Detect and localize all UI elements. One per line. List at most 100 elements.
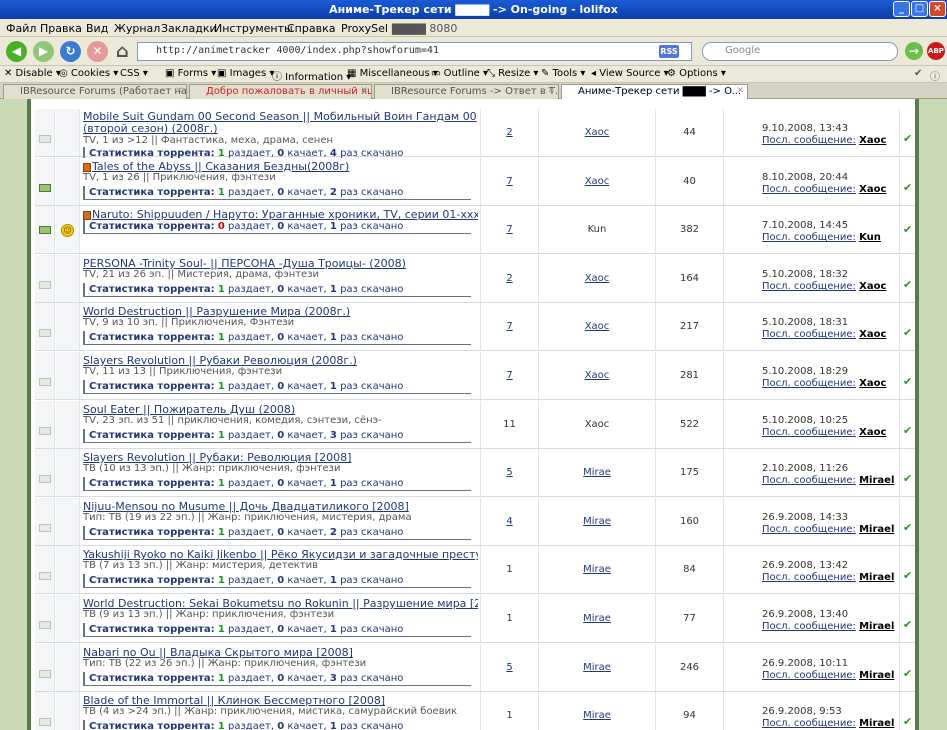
select-topic-checkmark-icon[interactable]: ✔: [903, 182, 913, 193]
replies-count[interactable]: 2: [481, 127, 538, 138]
menu-edit[interactable]: Правка: [40, 22, 82, 35]
select-topic-checkmark-icon[interactable]: ✔: [903, 716, 913, 727]
reload-icon[interactable]: ↻: [60, 41, 81, 62]
last-post-author[interactable]: Хаос: [859, 329, 886, 340]
dev-forms[interactable]: ▣ Forms ▾: [165, 68, 216, 79]
forward-arrow-icon[interactable]: ▶: [33, 41, 54, 62]
select-topic-checkmark-icon[interactable]: ✔: [903, 425, 913, 436]
stop-icon[interactable]: ✕: [87, 41, 108, 62]
last-post-author[interactable]: Хаос: [859, 427, 886, 438]
last-post-author[interactable]: Хаос: [859, 378, 886, 389]
select-topic-checkmark-icon[interactable]: ✔: [903, 522, 913, 533]
dev-info-icon[interactable]: ⓘ: [930, 68, 940, 83]
tab-ibresource-forums[interactable]: IBResource Forums (Работает на ... ✕: [3, 84, 187, 99]
menu-file[interactable]: Файл: [6, 22, 36, 35]
menu-tools[interactable]: Инструменты: [214, 22, 293, 35]
last-post-link[interactable]: Посл. сообщение:: [762, 281, 856, 292]
select-topic-checkmark-icon[interactable]: ✔: [903, 570, 913, 581]
tab-anime-tracker[interactable]: Аниме-Трекер сети ▇▇▇ -> O... ✕: [561, 84, 748, 99]
replies-count[interactable]: 7: [481, 321, 538, 332]
dev-outline[interactable]: ▭ Outline ▾: [431, 68, 488, 79]
last-post-link[interactable]: Посл. сообщение:: [762, 378, 856, 389]
topic-author[interactable]: Mirae: [539, 613, 655, 624]
last-post-author[interactable]: Mirael: [859, 718, 894, 729]
replies-count[interactable]: 11: [481, 419, 538, 430]
close-window-button[interactable]: ×: [929, 1, 946, 17]
menu-help[interactable]: Справка: [287, 22, 335, 35]
select-topic-checkmark-icon[interactable]: ✔: [903, 473, 913, 484]
minimize-button[interactable]: _: [893, 1, 910, 17]
topic-author[interactable]: Хаос: [539, 419, 655, 430]
tab-close-icon[interactable]: ✕: [547, 86, 555, 96]
last-post-author[interactable]: Хаос: [859, 135, 886, 146]
topic-author[interactable]: Хаос: [539, 127, 655, 138]
dev-options[interactable]: ⚙ Options ▾: [667, 68, 726, 79]
dev-check-icon[interactable]: ✔: [914, 68, 922, 79]
back-arrow-icon[interactable]: ◀: [6, 41, 27, 62]
dev-images[interactable]: ▣ Images ▾: [217, 68, 274, 79]
select-topic-checkmark-icon[interactable]: ✔: [903, 619, 913, 630]
adblock-icon[interactable]: ABP: [927, 42, 945, 60]
last-post-link[interactable]: Посл. сообщение:: [762, 232, 856, 243]
menu-view[interactable]: Вид: [86, 22, 108, 35]
dev-cookies[interactable]: ◎ Cookies ▾: [59, 68, 118, 79]
topic-author[interactable]: Хаос: [539, 370, 655, 381]
last-post-author[interactable]: Mirael: [859, 524, 894, 535]
last-post-link[interactable]: Посл. сообщение:: [762, 572, 856, 583]
replies-count[interactable]: 5: [481, 467, 538, 478]
dev-resize[interactable]: ⤡ Resize ▾: [487, 68, 538, 79]
topic-author[interactable]: Хаос: [539, 273, 655, 284]
last-post-link[interactable]: Посл. сообщение:: [762, 718, 856, 729]
replies-count[interactable]: 7: [481, 176, 538, 187]
topic-author[interactable]: Хаос: [539, 176, 655, 187]
search-go-icon[interactable]: →: [905, 42, 923, 60]
topic-author[interactable]: Mirae: [539, 710, 655, 721]
topic-author[interactable]: Mirae: [539, 516, 655, 527]
select-topic-checkmark-icon[interactable]: ✔: [903, 376, 913, 387]
topic-author[interactable]: Mirae: [539, 564, 655, 575]
select-topic-checkmark-icon[interactable]: ✔: [903, 224, 913, 235]
topic-author[interactable]: Хаос: [539, 321, 655, 332]
last-post-link[interactable]: Посл. сообщение:: [762, 670, 856, 681]
topic-title-link[interactable]: Mobile Suit Gundam 00 Second Season || М…: [83, 111, 478, 135]
last-post-link[interactable]: Посл. сообщение:: [762, 621, 856, 632]
topic-author[interactable]: Mirae: [539, 662, 655, 673]
select-topic-checkmark-icon[interactable]: ✔: [903, 133, 913, 144]
tab-close-icon[interactable]: ✕: [360, 86, 368, 96]
last-post-link[interactable]: Посл. сообщение:: [762, 329, 856, 340]
tab-welcome-inbox[interactable]: Добро пожаловать в личный ящ... ✕: [189, 84, 372, 99]
home-icon[interactable]: ⌂: [112, 41, 133, 62]
dev-view-source[interactable]: ◂ View Source ▾: [591, 68, 669, 79]
replies-count[interactable]: 7: [481, 224, 538, 235]
tab-close-icon[interactable]: ✕: [736, 86, 744, 96]
url-input[interactable]: http://animetracker 4000/index.php?showf…: [137, 42, 692, 61]
select-topic-checkmark-icon[interactable]: ✔: [903, 279, 913, 290]
dev-css[interactable]: CSS ▾: [120, 68, 148, 79]
dev-miscellaneous[interactable]: ▦ Miscellaneous ▾: [347, 68, 438, 79]
replies-count[interactable]: 2: [481, 273, 538, 284]
last-post-author[interactable]: Mirael: [859, 475, 894, 486]
last-post-link[interactable]: Посл. сообщение:: [762, 184, 856, 195]
proxy-address[interactable]: ▇▇▇▇ 8080: [392, 22, 457, 35]
tab-close-icon[interactable]: ✕: [175, 86, 183, 96]
search-input[interactable]: Google: [702, 42, 898, 61]
replies-count[interactable]: 4: [481, 516, 538, 527]
last-post-author[interactable]: Хаос: [859, 281, 886, 292]
select-topic-checkmark-icon[interactable]: ✔: [903, 668, 913, 679]
topic-author[interactable]: Kun: [539, 224, 655, 235]
dev-information[interactable]: ⓘ Information ▾: [272, 68, 351, 83]
replies-count[interactable]: 7: [481, 370, 538, 381]
last-post-link[interactable]: Посл. сообщение:: [762, 427, 856, 438]
last-post-author[interactable]: Kun: [859, 232, 881, 243]
dev-disable[interactable]: ✕ Disable ▾: [4, 68, 61, 79]
menu-proxysel[interactable]: ProxySel: [341, 22, 388, 35]
last-post-link[interactable]: Посл. сообщение:: [762, 135, 856, 146]
tab-ibresource-reply[interactable]: IBResource Forums -> Ответ в Т... ✕: [374, 84, 559, 99]
replies-count[interactable]: 1: [481, 613, 538, 624]
replies-count[interactable]: 1: [481, 710, 538, 721]
dev-tools[interactable]: ✎ Tools ▾: [541, 68, 585, 79]
replies-count[interactable]: 1: [481, 564, 538, 575]
last-post-link[interactable]: Посл. сообщение:: [762, 475, 856, 486]
menu-bookmarks[interactable]: Закладки: [161, 22, 217, 35]
last-post-author[interactable]: Хаос: [859, 184, 886, 195]
